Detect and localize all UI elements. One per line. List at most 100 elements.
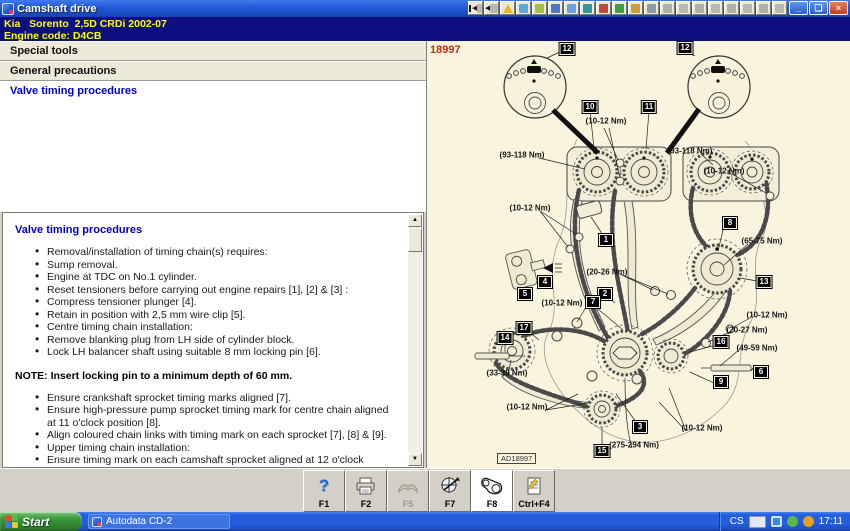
app-icon bbox=[92, 517, 102, 527]
torque-label: (10-12 Nm) bbox=[542, 299, 583, 308]
scroll-up-icon[interactable]: ▲ bbox=[408, 214, 422, 227]
adjustments-icon[interactable] bbox=[564, 1, 579, 15]
language-indicator[interactable]: CS bbox=[730, 516, 744, 527]
diagrams-icon[interactable] bbox=[644, 1, 659, 15]
vehicle-model: Kia Sorento 2,5D CRDi 2002-07 bbox=[4, 18, 850, 30]
adjustments-icon bbox=[438, 473, 462, 499]
torque-label: (10-12 Nm) bbox=[510, 204, 551, 213]
torque-label: (10-12 Nm) bbox=[682, 424, 723, 433]
nav-back-icon[interactable]: ◀ bbox=[484, 1, 499, 15]
suspension-icon[interactable] bbox=[724, 1, 739, 15]
torque-label: (65-75 Nm) bbox=[742, 237, 783, 246]
diagram-callout: 9 bbox=[715, 377, 727, 387]
diagram-callout: 10 bbox=[584, 102, 597, 112]
diagram-callout: 3 bbox=[634, 422, 646, 432]
keyboard-icon[interactable] bbox=[749, 516, 766, 528]
torque-label: (93-118 Nm) bbox=[668, 147, 713, 156]
taskbar-clock: 17:11 bbox=[819, 516, 843, 527]
window-title: Camshaft drive bbox=[17, 3, 96, 15]
diagram-callout: 11 bbox=[643, 102, 655, 112]
start-button[interactable]: Start bbox=[0, 512, 82, 531]
airbags-icon[interactable] bbox=[660, 1, 675, 15]
security-icon[interactable] bbox=[787, 516, 798, 527]
procedure-bullet: Sump removal. bbox=[35, 259, 393, 272]
f1-help-button[interactable]: ? F1 bbox=[303, 470, 345, 512]
topic-menu-item[interactable]: Special tools bbox=[0, 41, 426, 61]
brakes-icon[interactable] bbox=[692, 1, 707, 15]
diagram-callout: 4 bbox=[539, 277, 551, 287]
aircon-icon[interactable] bbox=[676, 1, 691, 15]
procedure-bullet: Upper timing chain installation: bbox=[35, 442, 393, 455]
torque-label: (20-27 Nm) bbox=[727, 326, 768, 335]
diagram-callout: 5 bbox=[519, 289, 531, 299]
restore-button[interactable]: ❏ bbox=[809, 1, 828, 15]
ctrl-f4-notes-button[interactable]: Ctrl+F4 bbox=[513, 470, 555, 512]
steering-icon[interactable] bbox=[708, 1, 723, 15]
diagram-callout: 17 bbox=[518, 323, 531, 333]
procedure-bullet: Removal/installation of timing chain(s) … bbox=[35, 246, 393, 259]
procedure-bullet: Centre timing chain installation: bbox=[35, 321, 393, 334]
scrollbar-thumb[interactable] bbox=[408, 228, 422, 252]
notes-icon bbox=[522, 473, 546, 499]
torque-label: (10-12 Nm) bbox=[704, 167, 745, 176]
diagram-callout: 16 bbox=[715, 337, 728, 347]
procedure-bullet: Lock LH balancer shaft using suitable 8 … bbox=[35, 346, 393, 359]
diagram-callout: 1 bbox=[600, 235, 612, 245]
service-schedules-icon[interactable] bbox=[532, 1, 547, 15]
torque-label: (33-39 Nm) bbox=[487, 369, 528, 378]
procedure-bullet: Ensure crankshaft sprocket timing marks … bbox=[35, 392, 393, 405]
topic-menu-item[interactable]: General precautions bbox=[0, 61, 426, 81]
update-icon[interactable] bbox=[803, 516, 814, 527]
wheel-alignment-icon[interactable] bbox=[580, 1, 595, 15]
diagram-panel: 18997 bbox=[426, 41, 850, 468]
procedures-panel: Valve timing procedures Removal/installa… bbox=[2, 212, 424, 468]
minimize-button[interactable]: _ bbox=[789, 1, 808, 15]
figure-id: 18997 bbox=[430, 44, 461, 56]
battery-icon[interactable] bbox=[756, 1, 771, 15]
f2-print-button[interactable]: F2 bbox=[345, 470, 387, 512]
diagram-callout: 12 bbox=[679, 43, 692, 53]
procedures-list-1: Removal/installation of timing chain(s) … bbox=[15, 246, 393, 359]
diagram-callout: 13 bbox=[758, 277, 771, 287]
f8-timing-belt-button[interactable]: F8 bbox=[471, 470, 513, 512]
close-button[interactable]: × bbox=[829, 1, 848, 15]
diagram-callout: 6 bbox=[755, 367, 767, 377]
nav-first-icon[interactable]: ◀ bbox=[468, 1, 483, 15]
procedure-bullet: Retain in position with 2,5 mm wire clip… bbox=[35, 309, 393, 322]
network-icon[interactable] bbox=[771, 516, 782, 527]
taskbar: Start Autodata CD-2 CS 17:11 bbox=[0, 512, 850, 531]
torque-label: (10-12 Nm) bbox=[586, 117, 627, 126]
engine-management-icon[interactable] bbox=[612, 1, 627, 15]
f7-adjustments-button[interactable]: F7 bbox=[429, 470, 471, 512]
procedures-scrollbar[interactable]: ▲ ▼ bbox=[408, 214, 422, 466]
app-icon bbox=[2, 3, 14, 15]
function-key-bar: ? F1 F2 F5 F7 bbox=[0, 468, 850, 513]
electrics-icon[interactable] bbox=[628, 1, 643, 15]
figure-stamp: AD18997 bbox=[497, 453, 536, 464]
torque-label: (49-59 Nm) bbox=[737, 344, 778, 353]
taskbar-task-autodata[interactable]: Autodata CD-2 bbox=[88, 514, 230, 529]
torque-label: (10-12 Nm) bbox=[507, 403, 548, 412]
scroll-down-icon[interactable]: ▼ bbox=[408, 453, 422, 466]
topic-menu-item[interactable]: Valve timing procedures bbox=[0, 81, 426, 101]
procedures-heading: Valve timing procedures bbox=[15, 224, 393, 236]
diagram-callout: 8 bbox=[724, 218, 736, 228]
procedure-bullet: Reset tensioners before carrying out eng… bbox=[35, 284, 393, 297]
title-toolbar: ◀ ◀ bbox=[468, 1, 787, 15]
tyres-icon[interactable] bbox=[740, 1, 755, 15]
repair-times-icon[interactable] bbox=[548, 1, 563, 15]
timing-belt-icon bbox=[479, 473, 505, 499]
left-panel-blank bbox=[0, 101, 426, 212]
timing-belts-icon[interactable] bbox=[596, 1, 611, 15]
timing-chain-diagram bbox=[427, 41, 850, 468]
procedure-bullet: Engine at TDC on No.1 cylinder. bbox=[35, 271, 393, 284]
f5-manual-button[interactable]: F5 bbox=[387, 470, 429, 512]
torque-label: (275-294 Nm) bbox=[609, 441, 659, 450]
extra-tool-icon[interactable] bbox=[772, 1, 787, 15]
procedures-list-2: Ensure crankshaft sprocket timing marks … bbox=[15, 392, 393, 469]
technical-data-icon[interactable] bbox=[516, 1, 531, 15]
torque-label: (20-26 Nm) bbox=[587, 268, 628, 277]
warning-icon[interactable] bbox=[500, 1, 515, 15]
window-controls: _ ❏ × bbox=[789, 1, 848, 15]
torque-label: (10-12 Nm) bbox=[747, 311, 788, 320]
